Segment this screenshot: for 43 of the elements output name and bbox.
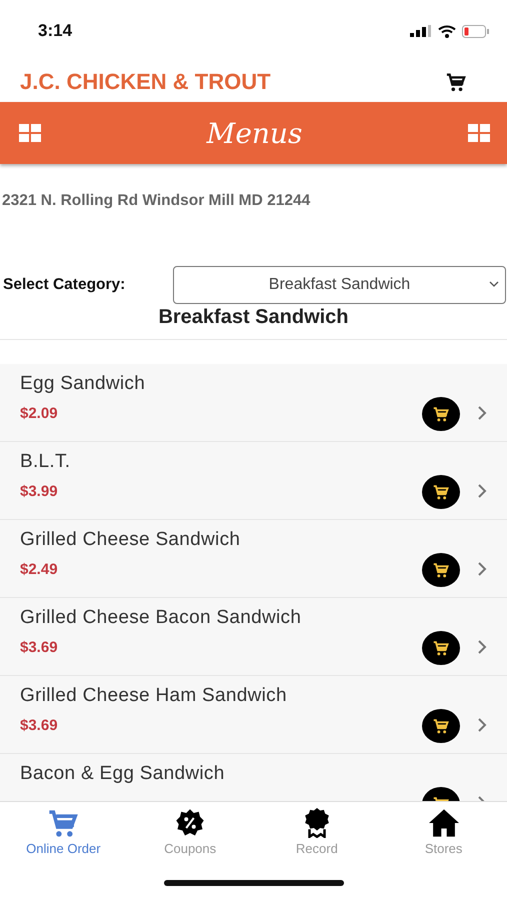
award-icon [302,808,331,838]
cart-icon [432,718,450,734]
add-to-cart-button[interactable] [422,708,460,742]
cart-icon [432,406,450,422]
store-address: 2321 N. Rolling Rd Windsor Mill MD 21244 [2,192,312,210]
cart-icon [432,484,450,500]
home-icon [426,808,461,838]
item-price: $3.99 [20,483,59,500]
chevron-down-icon [489,281,499,288]
item-name: Grilled Cheese Sandwich [20,529,242,551]
item-price: $3.69 [20,717,59,734]
add-to-cart-button[interactable] [422,630,460,664]
category-dropdown[interactable]: Breakfast Sandwich [173,266,506,304]
add-to-cart-button[interactable] [422,396,460,430]
restaurant-title: J.C. CHICKEN & TROUT [20,69,271,95]
discount-badge-icon [175,808,206,838]
item-price: $3.69 [20,639,59,656]
section-title: Breakfast Sandwich [0,304,507,340]
status-time: 3:14 [38,21,72,41]
wifi-icon [438,24,456,38]
item-name: Bacon & Egg Sandwich [20,763,226,785]
battery-icon [462,24,489,38]
item-price: $2.49 [20,561,59,578]
item-name: Egg Sandwich [20,373,146,395]
signal-icon [410,25,432,37]
grid-icon[interactable] [467,123,491,143]
menu-title: Menus [206,116,302,150]
item-name: Grilled Cheese Ham Sandwich [20,685,288,707]
chevron-icon[interactable] [478,640,487,654]
add-to-cart-button[interactable] [422,552,460,586]
chevron-icon[interactable] [478,484,487,498]
item-name: B.L.T. [20,451,72,473]
cart-icon[interactable] [445,72,467,92]
item-name: Grilled Cheese Bacon Sandwich [20,607,302,629]
chevron-icon[interactable] [478,718,487,732]
item-price: $2.09 [20,405,59,422]
cart-icon [432,562,450,578]
chevron-icon[interactable] [478,562,487,576]
cart-icon [432,640,450,656]
add-to-cart-button[interactable] [422,474,460,508]
chevron-icon[interactable] [478,406,487,420]
category-label: Select Category: [3,276,126,294]
grid-icon[interactable] [18,123,42,143]
